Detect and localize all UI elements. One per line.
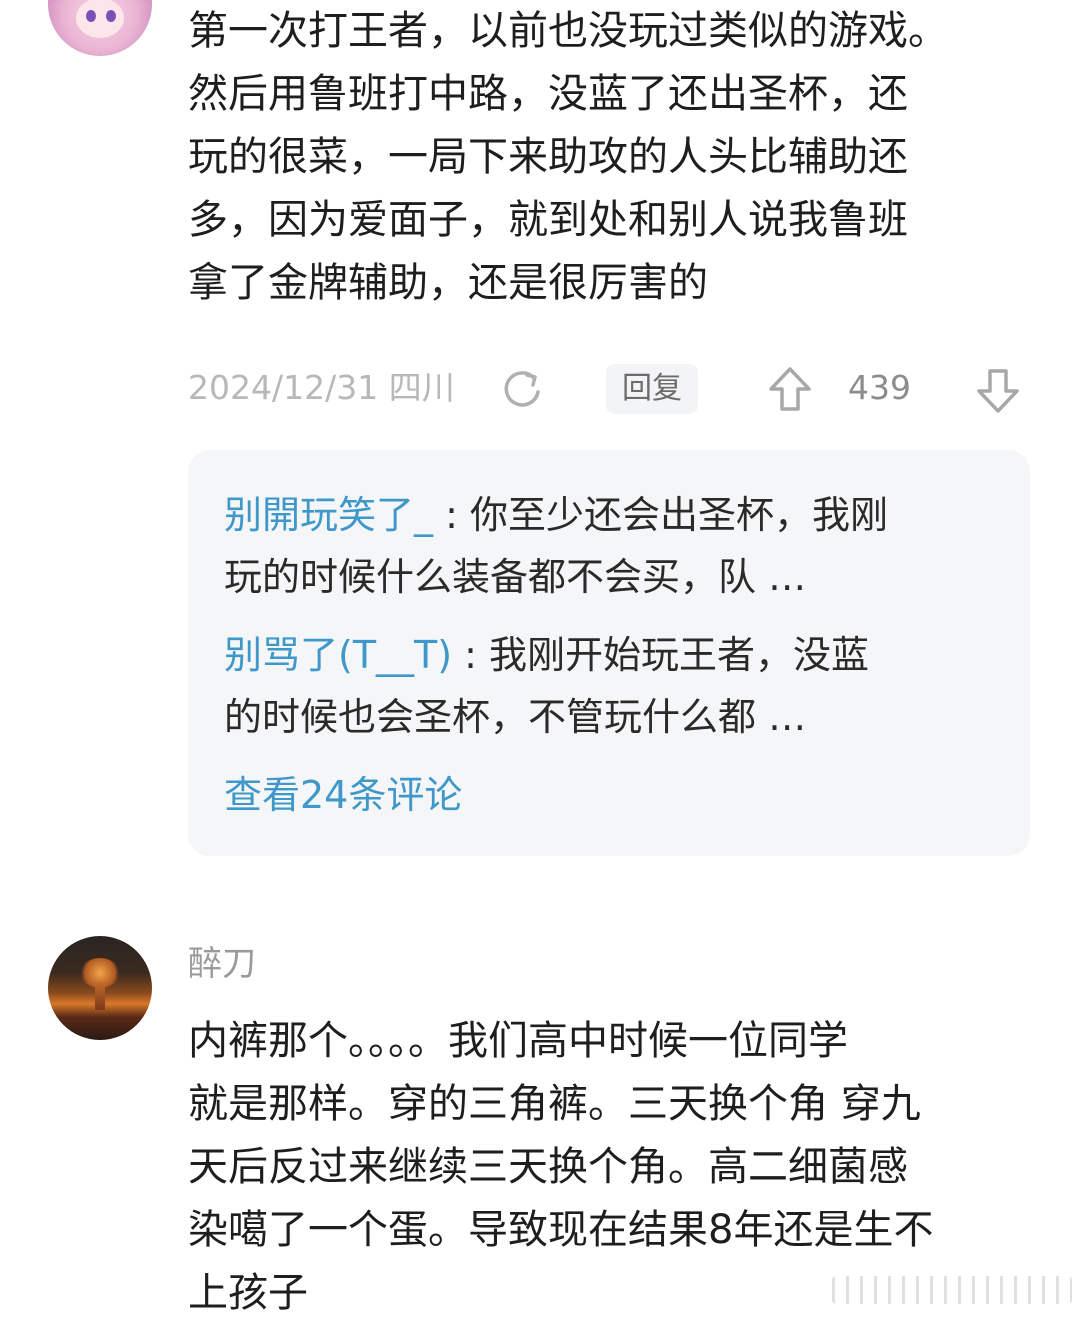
reply-separator: :	[452, 633, 490, 677]
user-avatar[interactable]	[48, 0, 152, 56]
view-all-replies-link[interactable]: 查看24条评论	[224, 764, 462, 826]
thumb-up-arrow-icon[interactable]	[766, 364, 814, 414]
comment-line: 天后反过来继续三天换个角。高二细菌感	[188, 1144, 908, 1190]
reply-text: 我刚开始玩王者，没蓝	[489, 633, 870, 677]
avatar-eye	[86, 10, 96, 22]
reply-line: 别骂了(T__T) : 我刚开始玩王者，没蓝	[224, 624, 1004, 686]
comment-line: 就是那样。穿的三角裤。三天换个角 穿九	[188, 1081, 921, 1127]
refresh-share-icon[interactable]	[500, 366, 544, 410]
reply-item[interactable]: 别骂了(T__T) : 我刚开始玩王者，没蓝 的时候也会圣杯，不管玩什么都 …	[224, 624, 1004, 748]
reply-separator: :	[433, 493, 470, 537]
reply-line: 别開玩笑了_ : 你至少还会出圣杯，我刚	[224, 484, 1004, 546]
reply-author[interactable]: 别骂了(T__T)	[224, 633, 452, 677]
like-count: 439	[848, 368, 911, 407]
comment-line: 染噶了一个蛋。导致现在结果8年还是生不	[188, 1207, 934, 1253]
reply-line: 玩的时候什么装备都不会买，队 …	[224, 555, 807, 599]
reply-author[interactable]: 别開玩笑了_	[224, 493, 433, 537]
thumb-down-arrow-icon[interactable]	[974, 366, 1022, 416]
comment-text: 第一次打王者，以前也没玩过类似的游戏。 然后用鲁班打中路，没蓝了还出圣杯，还 玩…	[188, 0, 1028, 315]
reply-text: 你至少还会出圣杯，我刚	[469, 493, 888, 537]
watermark	[832, 1276, 1072, 1304]
reply-item[interactable]: 别開玩笑了_ : 你至少还会出圣杯，我刚 玩的时候什么装备都不会买，队 …	[224, 484, 1004, 608]
replies-preview-box[interactable]: 别開玩笑了_ : 你至少还会出圣杯，我刚 玩的时候什么装备都不会买，队 … 别骂…	[188, 450, 1030, 856]
comment-line: 第一次打王者，以前也没玩过类似的游戏。	[188, 8, 948, 54]
comment-line: 拿了金牌辅助，还是很厉害的	[188, 260, 708, 306]
comment-line: 玩的很菜，一局下来助攻的人头比辅助还	[188, 134, 908, 180]
reply-button[interactable]: 回复	[606, 364, 698, 414]
avatar-eye	[106, 10, 116, 22]
reply-line: 的时候也会圣杯，不管玩什么都 …	[224, 695, 807, 739]
comment-date-location: 2024/12/31 四川	[188, 368, 455, 407]
user-avatar[interactable]	[48, 936, 152, 1040]
comment-meta-bar: 2024/12/31 四川 回复 439	[188, 360, 1038, 416]
comment-line: 然后用鲁班打中路，没蓝了还出圣杯，还	[188, 71, 908, 117]
avatar-face	[76, 0, 124, 38]
comment-username[interactable]: 醉刀	[188, 940, 256, 988]
comment-line: 多，因为爱面子，就到处和别人说我鲁班	[188, 197, 908, 243]
avatar-explosion-stem	[95, 982, 105, 1010]
comment-line: 内裤那个。。。。我们高中时候一位同学	[188, 1018, 848, 1064]
